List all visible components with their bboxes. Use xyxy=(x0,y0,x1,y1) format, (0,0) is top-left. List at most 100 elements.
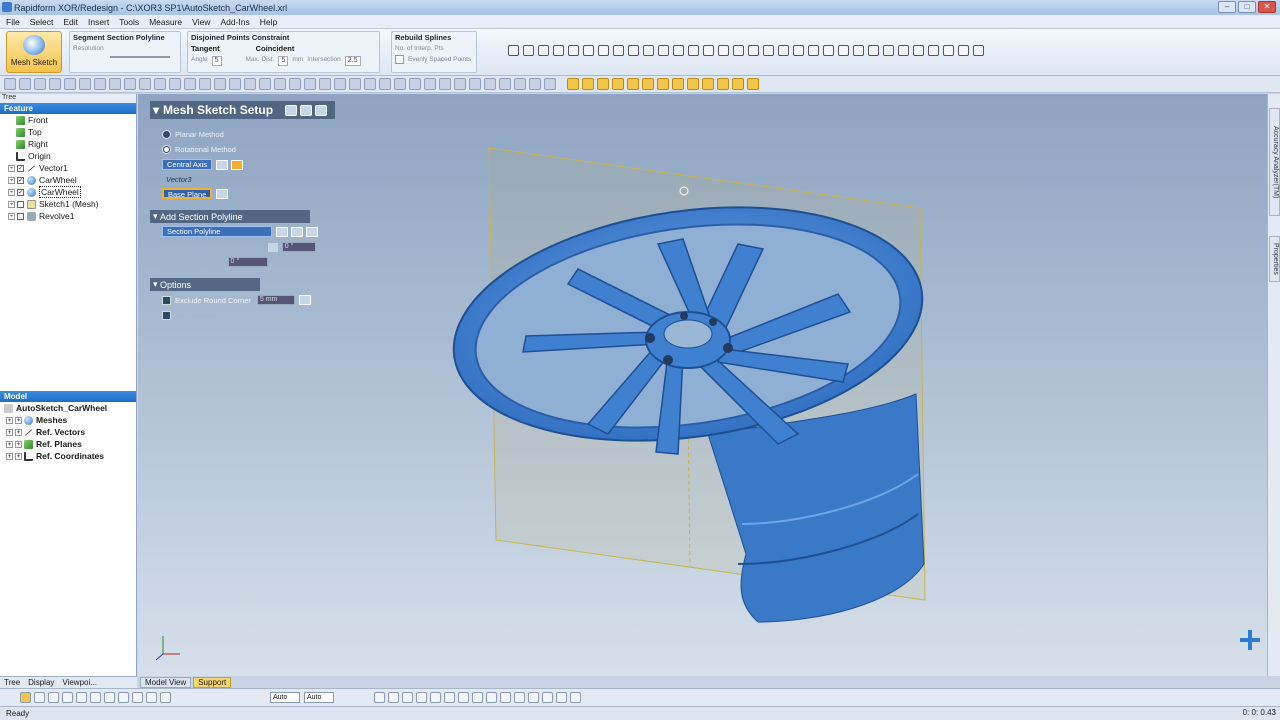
select-body-icon[interactable] xyxy=(169,78,181,90)
add-section-header[interactable]: ▾ Add Section Polyline xyxy=(150,210,310,223)
circle-3pt-icon[interactable] xyxy=(553,45,564,56)
tab-model-view[interactable]: Model View xyxy=(140,677,192,688)
expand-icon[interactable]: + xyxy=(6,440,13,448)
rotate-icon[interactable] xyxy=(274,78,286,90)
stop-icon[interactable] xyxy=(124,78,136,90)
shaded-edges-icon[interactable] xyxy=(394,78,406,90)
polygon-icon[interactable] xyxy=(568,45,579,56)
offset-picker-icon[interactable] xyxy=(267,242,278,252)
pan-icon[interactable] xyxy=(259,78,271,90)
zoom-icon[interactable] xyxy=(199,78,211,90)
point-icon[interactable] xyxy=(793,45,804,56)
point-view-icon[interactable] xyxy=(402,692,413,703)
mesh-view-icon[interactable] xyxy=(388,692,399,703)
filter-curve-icon[interactable] xyxy=(717,78,729,90)
split-icon[interactable] xyxy=(763,45,774,56)
check-icon[interactable] xyxy=(973,45,984,56)
menu-help[interactable]: Help xyxy=(260,17,277,27)
tree-item-carwheel-1[interactable]: + ✓ CarWheel xyxy=(8,174,136,186)
coord-view-icon[interactable] xyxy=(528,692,539,703)
move-icon[interactable] xyxy=(718,45,729,56)
geometry-icon[interactable] xyxy=(374,692,385,703)
light-icon[interactable] xyxy=(454,78,466,90)
delete-icon[interactable] xyxy=(306,226,318,237)
chamfer-icon[interactable] xyxy=(688,45,699,56)
filter-vector-icon[interactable] xyxy=(642,78,654,90)
brush-icon[interactable] xyxy=(48,692,59,703)
constraint-icon[interactable] xyxy=(823,45,834,56)
options-header[interactable]: ▾ Options xyxy=(150,278,260,291)
text-bold-icon[interactable] xyxy=(883,45,894,56)
extend-icon[interactable] xyxy=(658,45,669,56)
transparent-icon[interactable] xyxy=(439,78,451,90)
expand-icon[interactable]: + xyxy=(6,452,13,460)
spline-icon[interactable] xyxy=(613,45,624,56)
lasso-icon[interactable] xyxy=(34,692,45,703)
mirror-icon[interactable] xyxy=(703,45,714,56)
section-polyline-dropdown[interactable]: Section Polyline xyxy=(162,226,272,237)
select-region-icon[interactable] xyxy=(184,78,196,90)
redo-icon[interactable] xyxy=(109,78,121,90)
filter-body-icon[interactable] xyxy=(612,78,624,90)
flood-icon[interactable] xyxy=(90,692,101,703)
maximize-button[interactable]: □ xyxy=(1238,1,1256,13)
tab-viewpoint[interactable]: Viewpoi... xyxy=(62,678,97,687)
tree-item-top[interactable]: Top xyxy=(8,126,136,138)
hidden-icon[interactable] xyxy=(409,78,421,90)
tree-item-carwheel-2[interactable]: + ✓ CarWheel xyxy=(8,186,136,198)
visibility-checkbox[interactable]: ✓ xyxy=(17,176,24,184)
view-bottom-icon[interactable] xyxy=(334,78,346,90)
dimension-icon[interactable] xyxy=(808,45,819,56)
tab-display[interactable]: Display xyxy=(28,678,54,687)
print-icon[interactable] xyxy=(79,78,91,90)
rectangle-icon[interactable] xyxy=(523,45,534,56)
maxdist-field[interactable]: 5 xyxy=(278,56,289,66)
model-item-meshes[interactable]: + + Meshes xyxy=(0,414,136,426)
visibility-checkbox[interactable]: ✓ xyxy=(17,164,24,172)
model-header[interactable]: Model xyxy=(0,391,136,402)
section-icon[interactable] xyxy=(424,78,436,90)
paint-icon[interactable] xyxy=(62,692,73,703)
measure-icon[interactable] xyxy=(484,78,496,90)
filter-combo[interactable]: Auto xyxy=(304,692,334,703)
offset-angle-field[interactable]: 0 ° xyxy=(281,242,316,252)
evenly-checkbox[interactable] xyxy=(395,55,404,64)
solid-view-icon[interactable] xyxy=(430,692,441,703)
tree-item-sketch1[interactable]: + Sketch1 (Mesh) xyxy=(8,198,136,210)
visibility-checkbox[interactable] xyxy=(17,200,24,208)
filter-vertex-icon[interactable] xyxy=(567,78,579,90)
zoom-fit-icon[interactable] xyxy=(214,78,226,90)
surface-view-icon[interactable] xyxy=(416,692,427,703)
menu-edit[interactable]: Edit xyxy=(63,17,78,27)
snap-combo[interactable]: Auto xyxy=(270,692,300,703)
angle-field[interactable]: 5 xyxy=(211,56,222,66)
expand-icon[interactable]: + xyxy=(6,416,13,424)
avg-checkbox[interactable] xyxy=(162,311,171,320)
text-icon[interactable] xyxy=(868,45,879,56)
nav-plus-icon[interactable] xyxy=(1240,630,1260,650)
tab-tree[interactable]: Tree xyxy=(4,678,20,687)
select-mode-icon[interactable] xyxy=(20,692,31,703)
menu-view[interactable]: View xyxy=(192,17,210,27)
curvature-icon[interactable] xyxy=(529,78,541,90)
snap-icon[interactable] xyxy=(928,45,939,56)
circle-icon[interactable] xyxy=(538,45,549,56)
ok-icon[interactable] xyxy=(300,104,313,116)
project-icon[interactable] xyxy=(958,45,969,56)
undo-icon[interactable] xyxy=(94,78,106,90)
view-front-icon[interactable] xyxy=(289,78,301,90)
expand-icon[interactable]: + xyxy=(15,440,22,448)
add-icon[interactable] xyxy=(276,226,288,237)
plane-select-icon[interactable] xyxy=(216,188,229,199)
feature-header[interactable]: Feature xyxy=(0,103,136,114)
axis-flip-icon[interactable] xyxy=(231,159,244,170)
tree-item-vector1[interactable]: + ✓ Vector1 xyxy=(8,162,136,174)
text-outline-icon[interactable] xyxy=(898,45,909,56)
resolution-slider[interactable] xyxy=(110,56,170,58)
menu-measure[interactable]: Measure xyxy=(149,17,182,27)
plane-view-icon[interactable] xyxy=(500,692,511,703)
filter-all-icon[interactable] xyxy=(732,78,744,90)
exclude-checkbox[interactable] xyxy=(162,295,171,305)
visibility-checkbox[interactable] xyxy=(17,212,24,220)
menu-file[interactable]: File xyxy=(6,17,20,27)
